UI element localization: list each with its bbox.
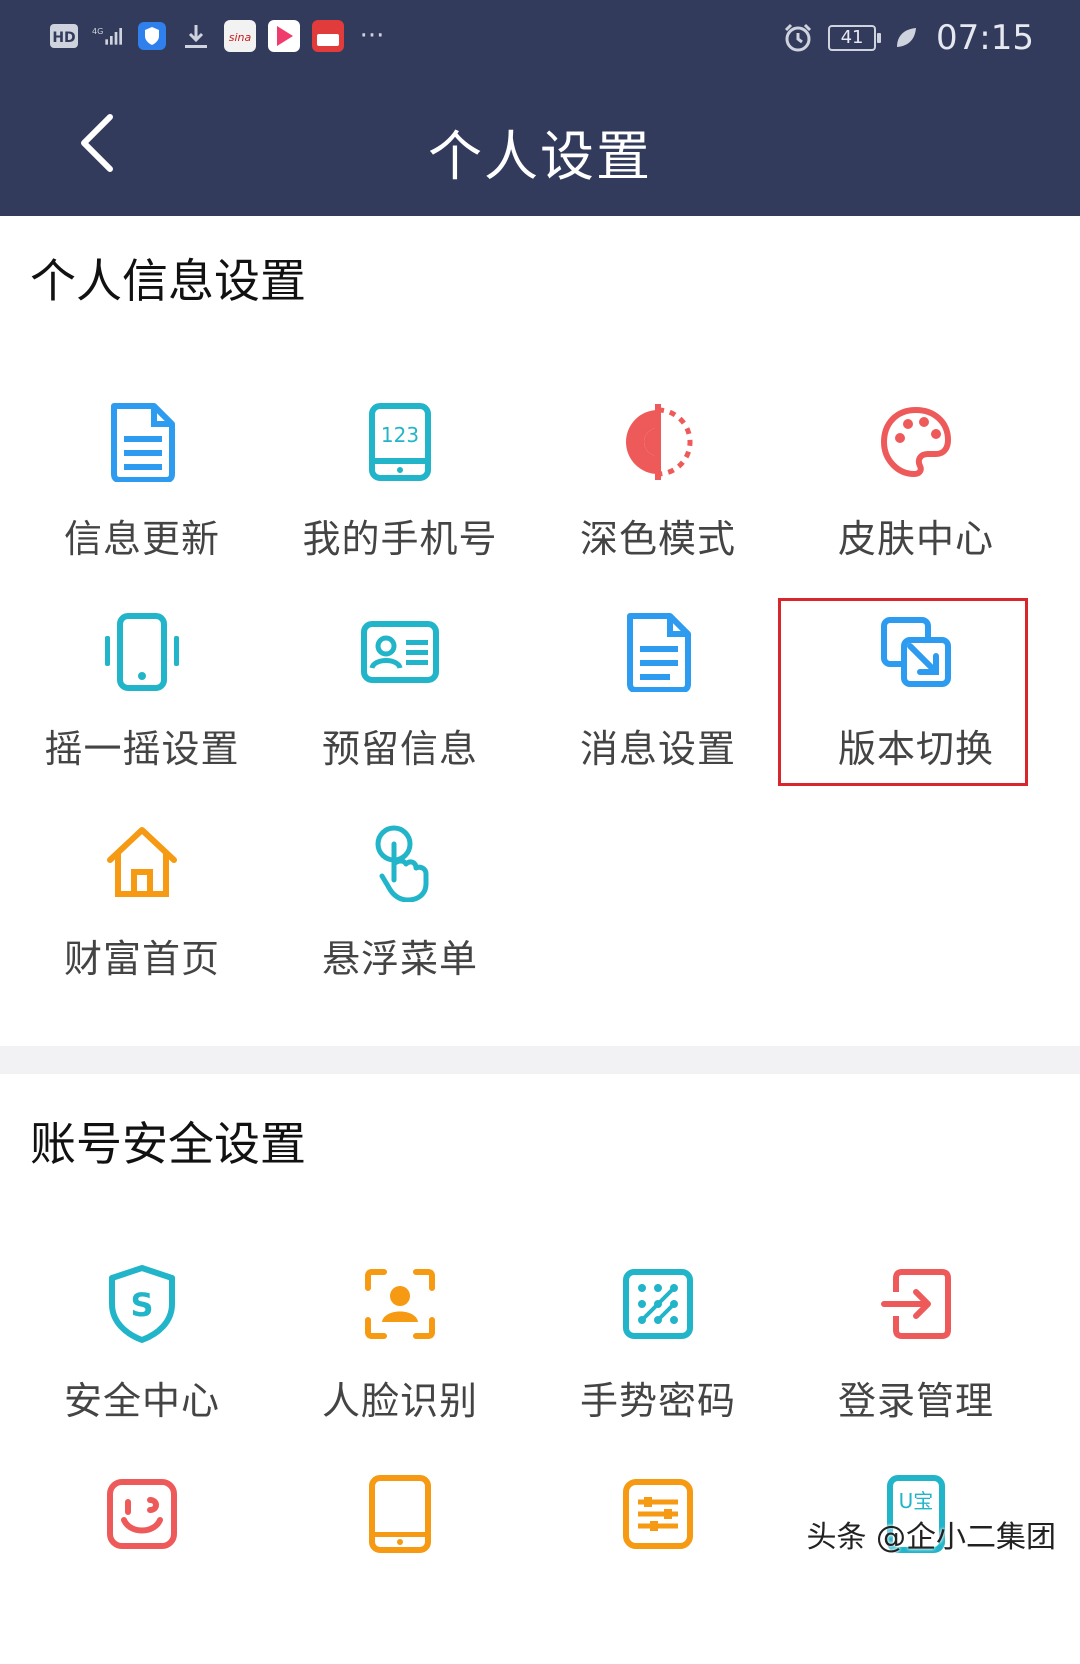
item-label: 人脸识别: [321, 1379, 478, 1423]
section-title-personal-info: 个人信息设置: [30, 254, 306, 308]
item-label: 悬浮菜单: [321, 937, 478, 981]
phone-123-icon: 123: [268, 392, 532, 492]
palette-icon: [784, 392, 1048, 492]
item-label: 登录管理: [837, 1379, 994, 1423]
item-dark-mode[interactable]: 深色模式: [526, 392, 790, 592]
item-label: 我的手机号: [302, 517, 498, 561]
item-label: 财富首页: [63, 937, 220, 981]
item-sliders[interactable]: [526, 1464, 790, 1664]
status-left-icons: HD 4G sina ···: [48, 20, 388, 52]
item-reserved-info[interactable]: 预留信息: [268, 602, 532, 802]
sina-app-icon: sina: [224, 20, 256, 52]
alarm-icon: [782, 22, 814, 54]
svg-text:HD: HD: [52, 30, 75, 46]
home-icon: [10, 812, 274, 912]
item-my-phone[interactable]: 123 我的手机号: [268, 392, 532, 592]
highlight-box: [778, 598, 1028, 786]
item-face-recognition[interactable]: 人脸识别: [268, 1254, 532, 1454]
item-tablet[interactable]: [268, 1464, 532, 1664]
signal-4g-icon: 4G: [92, 20, 124, 52]
svg-text:4G: 4G: [92, 27, 103, 36]
item-label: 安全中心: [63, 1379, 220, 1423]
hd-icon: HD: [48, 20, 80, 52]
section-title-account-security: 账号安全设置: [30, 1117, 306, 1171]
item-ukey[interactable]: U宝: [784, 1464, 1048, 1664]
item-label: 手势密码: [579, 1379, 736, 1423]
item-info-update[interactable]: 信息更新: [10, 392, 274, 592]
svg-text:sina: sina: [229, 31, 252, 44]
download-icon: [180, 20, 212, 52]
clock: 07:15: [936, 18, 1034, 58]
dark-mode-icon: [526, 392, 790, 492]
smile-card-icon: [10, 1464, 274, 1564]
item-floating-menu[interactable]: 悬浮菜单: [268, 812, 532, 1012]
page-title: 个人设置: [428, 125, 652, 188]
tablet-icon: [268, 1464, 532, 1564]
item-message-settings[interactable]: 消息设置: [526, 602, 790, 802]
svg-text:S: S: [130, 1286, 153, 1324]
item-security-center[interactable]: S 安全中心: [10, 1254, 274, 1454]
item-label: 皮肤中心: [837, 517, 994, 561]
svg-text:U宝: U宝: [899, 1489, 934, 1513]
item-label: 深色模式: [579, 517, 736, 561]
item-gesture-password[interactable]: 手势密码: [526, 1254, 790, 1454]
battery-indicator: 41: [828, 25, 882, 51]
shield-app-icon: [136, 20, 168, 52]
status-right-icons: 41 07:15: [782, 18, 1034, 58]
face-scan-icon: [268, 1254, 532, 1354]
item-login-management[interactable]: 登录管理: [784, 1254, 1048, 1454]
shield-s-icon: S: [10, 1254, 274, 1354]
gesture-pattern-icon: [526, 1254, 790, 1354]
item-label: 预留信息: [321, 727, 478, 771]
login-icon: [784, 1254, 1048, 1354]
more-dots-icon: ···: [359, 21, 385, 51]
item-shake-settings[interactable]: 摇一摇设置: [10, 602, 274, 802]
sliders-icon: [526, 1464, 790, 1564]
item-label: 信息更新: [63, 517, 220, 561]
item-skin-center[interactable]: 皮肤中心: [784, 392, 1048, 592]
item-smile-card[interactable]: [10, 1464, 274, 1664]
message-doc-icon: [526, 602, 790, 702]
video-app-icon: [268, 20, 300, 52]
touch-hand-icon: [268, 812, 532, 912]
status-bar: HD 4G sina ··· 41 07:15: [0, 0, 1080, 80]
app-header: HD 4G sina ··· 41 07:15 个人设置: [0, 0, 1080, 216]
item-label: 消息设置: [579, 727, 736, 771]
item-wealth-home[interactable]: 财富首页: [10, 812, 274, 1012]
shake-phone-icon: [10, 602, 274, 702]
section-divider: [0, 1046, 1080, 1074]
watermark: 头条 @企小二集团: [806, 1520, 1056, 1555]
pay-app-icon: [312, 20, 344, 52]
leaf-icon: [890, 22, 922, 54]
id-card-icon: [268, 602, 532, 702]
document-icon: [10, 392, 274, 492]
item-label: 摇一摇设置: [44, 727, 240, 771]
svg-text:123: 123: [381, 423, 419, 447]
